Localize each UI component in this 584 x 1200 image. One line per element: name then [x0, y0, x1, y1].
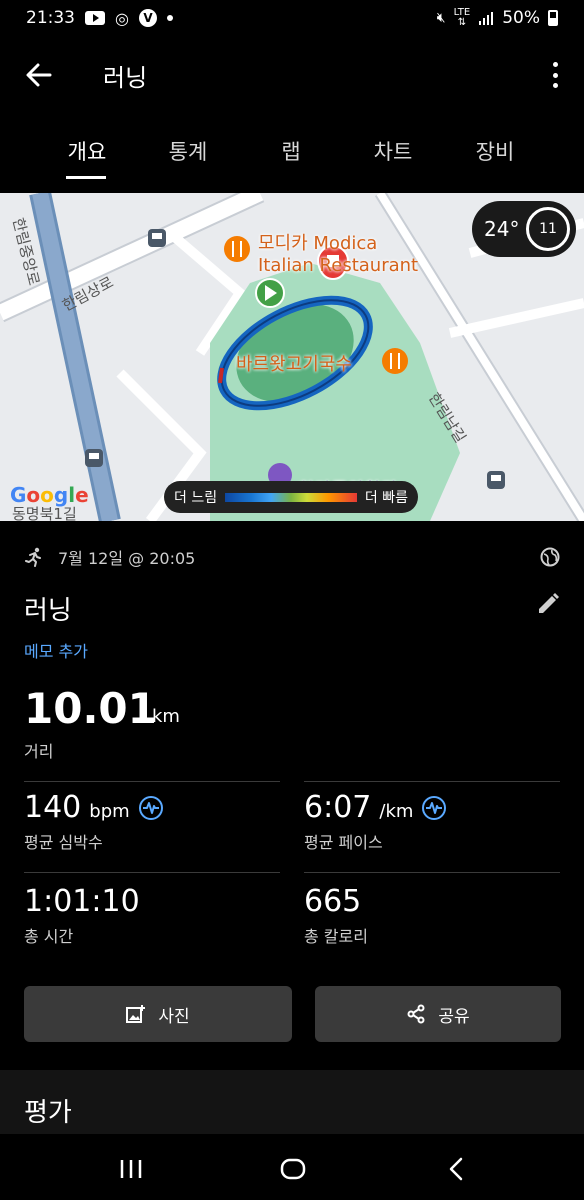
pace-stat[interactable]: 6:07 /km 평균 페이스 — [304, 790, 447, 853]
app-bar: 러닝 — [0, 36, 584, 112]
speed-slow-label: 더 느림 — [174, 490, 218, 506]
rating-title: 평가 — [24, 1098, 72, 1128]
weather-ring-value: 11 — [539, 221, 557, 237]
google-logo: Google — [10, 483, 89, 507]
pulse-icon — [422, 795, 447, 820]
heart-rate-label: 평균 심박수 — [24, 833, 103, 852]
add-photo-button[interactable]: 사진 — [24, 986, 292, 1042]
edit-pencil-icon[interactable] — [536, 592, 560, 616]
pace-label: 평균 페이스 — [304, 833, 383, 852]
running-person-icon — [25, 547, 41, 567]
tab-charts[interactable]: 차트 — [348, 136, 438, 166]
add-memo-link[interactable]: 메모 추가 — [24, 638, 88, 662]
sync-icon: ◎ — [115, 8, 129, 28]
total-time-value: 1:01:10 — [24, 884, 140, 919]
v-app-icon: V — [138, 9, 157, 27]
divider — [24, 781, 280, 782]
tab-gear[interactable]: 장비 — [450, 136, 540, 166]
divider — [304, 781, 560, 782]
distance-label: 거리 — [24, 742, 54, 761]
system-nav-bar — [0, 1134, 584, 1200]
tab-laps[interactable]: 랩 — [246, 136, 336, 166]
divider — [304, 872, 560, 873]
total-time-label: 총 시간 — [24, 927, 74, 946]
poi-label-modica: 모디카 Modica — [258, 233, 378, 254]
home-icon[interactable] — [278, 1154, 308, 1184]
weather-temperature: 24° — [484, 217, 520, 241]
battery-percent: 50% — [502, 8, 540, 28]
calories-stat: 665 총 칼로리 — [304, 884, 368, 947]
tab-bar: 개요 통계 랩 차트 장비 — [0, 128, 584, 184]
notification-dot-icon — [166, 15, 173, 21]
status-bar: 21:33 ◎ V 🔇︎ LTE ⇅ 50% — [0, 0, 584, 36]
heart-rate-value: 140 — [24, 790, 82, 825]
more-options-icon[interactable] — [550, 62, 560, 88]
youtube-icon — [85, 11, 105, 25]
pulse-icon — [138, 795, 163, 820]
weather-widget: 24° 11 — [472, 201, 576, 257]
tab-overview[interactable]: 개요 — [42, 136, 132, 166]
page-title: 러닝 — [103, 64, 148, 92]
weather-ring-icon: 11 — [526, 207, 570, 251]
share-button-label: 공유 — [438, 1006, 470, 1027]
add-photo-icon — [126, 1005, 146, 1023]
activity-name: 러닝 — [24, 596, 72, 626]
activity-meta: 7월 12일 @ 20:05 — [24, 545, 560, 569]
network-label: LTE — [453, 7, 471, 18]
poi-label-modica-sub: Italian Restaurant — [258, 255, 419, 276]
mute-icon: 🔇︎ — [436, 10, 446, 26]
tab-stats[interactable]: 통계 — [143, 136, 233, 166]
bus-stop-icon — [487, 471, 505, 489]
divider — [24, 872, 280, 873]
speed-gradient-bar — [225, 492, 357, 502]
speed-legend: 더 느림 더 빠름 — [164, 481, 418, 513]
photo-button-label: 사진 — [158, 1006, 190, 1027]
recent-apps-icon[interactable] — [116, 1154, 146, 1184]
heart-rate-stat[interactable]: 140 bpm 평균 심박수 — [24, 790, 164, 853]
active-tab-indicator — [66, 176, 106, 179]
distance-value: 10.01 — [24, 684, 157, 733]
share-button[interactable]: 공유 — [315, 986, 561, 1042]
rating-section: 평가 — [0, 1070, 584, 1134]
back-arrow-icon[interactable] — [24, 60, 54, 90]
restaurant-pin-icon — [382, 348, 408, 374]
start-marker-icon — [255, 278, 285, 308]
heart-rate-unit: bpm — [89, 801, 130, 822]
activity-date: 7월 12일 @ 20:05 — [58, 549, 196, 568]
calories-label: 총 칼로리 — [304, 927, 368, 946]
back-nav-icon[interactable] — [442, 1154, 472, 1184]
status-time: 21:33 — [26, 8, 75, 28]
lte-icon: LTE ⇅ — [453, 7, 471, 28]
calories-value: 665 — [304, 884, 362, 919]
share-icon — [407, 1004, 425, 1024]
restaurant-pin-icon — [224, 236, 250, 262]
pace-value: 6:07 — [304, 790, 372, 825]
speed-fast-label: 더 빠름 — [364, 490, 408, 506]
battery-icon — [548, 10, 558, 26]
route-map[interactable]: 모디카 Modica Italian Restaurant 바르왓고기국수 한라… — [0, 193, 584, 521]
globe-icon[interactable] — [540, 547, 560, 567]
distance-unit: km — [152, 706, 180, 727]
signal-icon — [479, 12, 494, 25]
pace-unit: /km — [379, 801, 414, 822]
bus-stop-icon — [85, 449, 103, 467]
total-time-stat: 1:01:10 총 시간 — [24, 884, 140, 947]
bus-stop-icon — [148, 229, 166, 247]
poi-label-restaurant: 바르왓고기국수 — [236, 354, 352, 375]
